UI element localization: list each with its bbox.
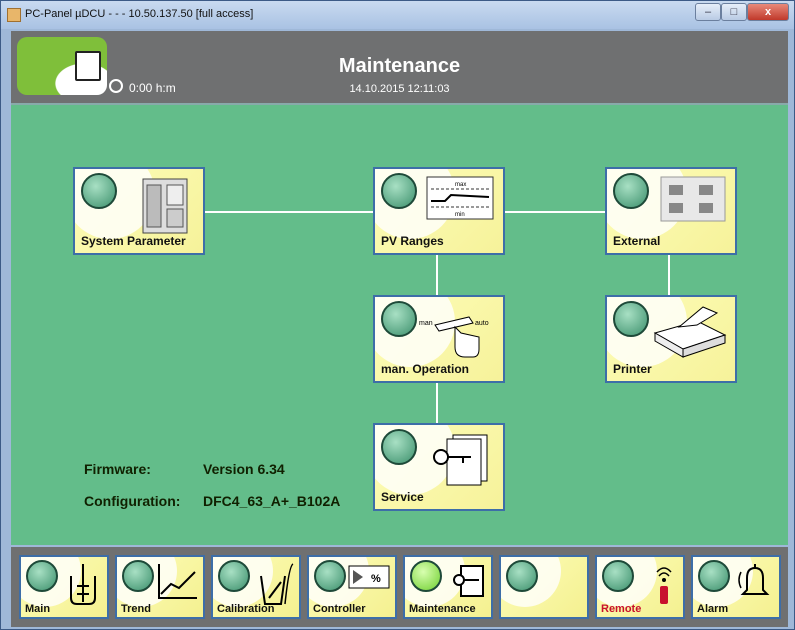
- tile-label: Service: [381, 490, 424, 504]
- nav-alarm-button[interactable]: Alarm: [691, 555, 781, 619]
- tile-man-operation[interactable]: man auto man. Operation: [373, 295, 505, 383]
- nav-label: Controller: [313, 603, 366, 615]
- header-bar: 0:00 h:m Maintenance 14.10.2015 12:11:03: [11, 31, 788, 105]
- auto-text: auto: [475, 320, 489, 327]
- nav-label: Alarm: [697, 603, 729, 615]
- printer-icon: [653, 306, 727, 358]
- nav-label: Remote: [601, 603, 642, 615]
- nav-label: Trend: [121, 603, 151, 615]
- firmware-label: Firmware:: [84, 461, 151, 477]
- tile-pv-ranges[interactable]: max min PV Ranges: [373, 167, 505, 255]
- tile-printer[interactable]: Printer: [605, 295, 737, 383]
- date-time: 14.10.2015 12:11:03: [349, 83, 450, 95]
- status-led: [26, 560, 58, 592]
- tile-system-parameter[interactable]: System Parameter: [73, 167, 205, 255]
- manual-switch-hand-icon: man auto: [419, 316, 489, 358]
- status-led: [381, 173, 417, 209]
- nav-trend-button[interactable]: Trend: [115, 555, 205, 619]
- nav-blank-button[interactable]: [499, 555, 589, 619]
- remote-antenna-icon: [656, 567, 672, 604]
- configuration-label: Configuration:: [84, 493, 181, 509]
- tile-external[interactable]: External: [605, 167, 737, 255]
- external-devices-icon: [660, 176, 726, 222]
- status-led: [218, 560, 250, 592]
- app-icon: [7, 8, 21, 22]
- alarm-bell-icon: [738, 564, 770, 595]
- maximize-button[interactable]: □: [721, 3, 747, 21]
- configuration-value: DFC4_63_A+_B102A: [203, 493, 341, 509]
- pv-range-chart-icon: max min: [426, 176, 494, 220]
- tile-service[interactable]: Service: [373, 423, 505, 511]
- nav-calibration-button[interactable]: Calibration: [211, 555, 301, 619]
- tile-label: Printer: [613, 362, 652, 376]
- tile-label: man. Operation: [381, 362, 470, 376]
- status-led: [314, 560, 346, 592]
- status-led: [81, 173, 117, 209]
- connector-line: [503, 211, 605, 213]
- active-status-led: [410, 560, 442, 592]
- status-led: [506, 560, 538, 592]
- app-window: PC-Panel µDCU - - - 10.50.137.50 [full a…: [0, 0, 795, 630]
- status-led: [613, 301, 649, 337]
- status-led: [122, 560, 154, 592]
- manual-text: man: [419, 320, 433, 327]
- trend-graph-icon: [158, 564, 197, 599]
- nav-label: Calibration: [217, 603, 275, 615]
- connector-line: [436, 255, 438, 295]
- pv-max-text: max: [455, 182, 466, 188]
- minimize-button[interactable]: –: [695, 3, 721, 21]
- status-led: [602, 560, 634, 592]
- close-button[interactable]: x: [747, 3, 789, 21]
- connector-line: [436, 383, 438, 423]
- nav-main-button[interactable]: Main: [19, 555, 109, 619]
- tile-label: System Parameter: [81, 234, 186, 248]
- nav-maintenance-button[interactable]: Maintenance: [403, 555, 493, 619]
- tile-label: External: [613, 234, 661, 248]
- connector-line: [205, 211, 373, 213]
- bottom-navigation: Main Trend Calibration % Controller Main…: [11, 547, 788, 627]
- window-title: PC-Panel µDCU - - - 10.50.137.50 [full a…: [25, 8, 254, 20]
- status-led: [381, 429, 417, 465]
- page-title: Maintenance: [338, 55, 461, 77]
- nav-remote-button[interactable]: Remote: [595, 555, 685, 619]
- nav-label: Main: [25, 603, 51, 615]
- service-document-key-icon: [433, 434, 488, 486]
- status-led: [698, 560, 730, 592]
- status-led: [381, 301, 417, 337]
- maintenance-panel: System Parameter max min PV Ranges Exter…: [11, 105, 788, 545]
- pv-min-text: min: [455, 212, 465, 218]
- bioreactor-cabinet-icon: [142, 178, 188, 234]
- status-led: [613, 173, 649, 209]
- controller-percent-icon: %: [348, 565, 390, 589]
- service-document-key-icon: [453, 565, 484, 597]
- title-bar[interactable]: PC-Panel µDCU - - - 10.50.137.50 [full a…: [1, 1, 794, 29]
- bioreactor-vessel-icon: [70, 564, 96, 605]
- nav-controller-button[interactable]: % Controller: [307, 555, 397, 619]
- firmware-value: Version 6.34: [203, 461, 285, 477]
- percent-text: %: [371, 573, 381, 585]
- nav-label: Maintenance: [409, 603, 476, 615]
- tile-label: PV Ranges: [381, 234, 444, 248]
- calibration-beaker-icon: [260, 563, 294, 605]
- connector-line: [668, 255, 670, 295]
